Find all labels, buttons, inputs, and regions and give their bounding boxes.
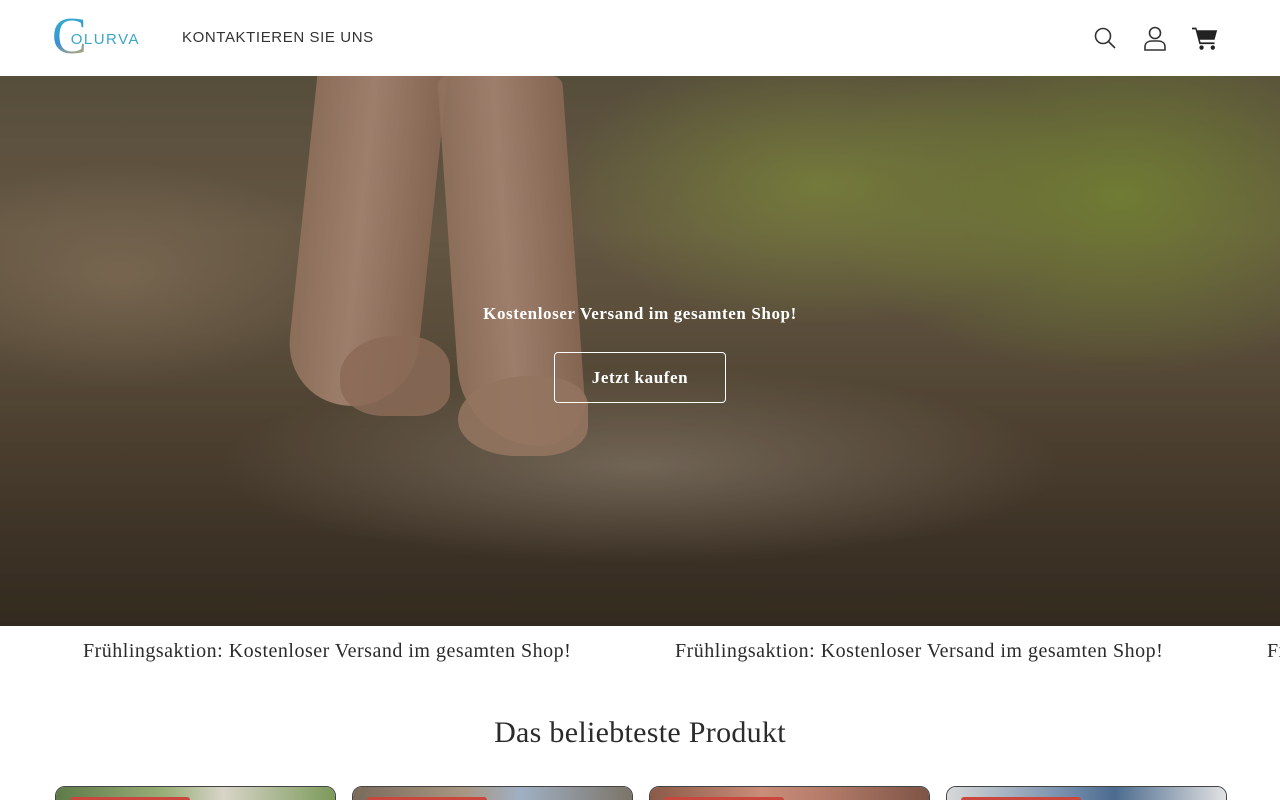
header-icons [1092,22,1218,54]
shop-now-button[interactable]: Jetzt kaufen [554,352,726,403]
hero-text: Kostenloser Versand im gesamten Shop! [483,304,797,323]
product-card[interactable] [946,786,1227,800]
hero-banner: Kostenloser Versand im gesamten Shop! Je… [0,76,1280,626]
logo-text: OLURVA [70,30,140,48]
announcement-item: Frühlingsaktion: Kostenloser Versand im … [83,640,572,662]
hero-content: Kostenloser Versand im gesamten Shop! Je… [0,76,1280,626]
nav-link-contact[interactable]: KONTAKTIEREN SIE UNS [182,29,374,46]
announcement-bar: Frühlingsaktion: Kostenloser Versand im … [0,626,1280,678]
product-card[interactable] [649,786,930,800]
site-header: C OLURVA KONTAKTIEREN SIE UNS [0,0,1280,76]
announcement-item: Frühlingsaktion: Kostenloser Versand im … [675,640,1164,662]
cart-icon[interactable] [1192,22,1218,54]
account-icon[interactable] [1142,22,1168,54]
announcement-item: Frühlingsaktion: Kostenloser Versand im … [1267,640,1280,662]
logo[interactable]: C OLURVA [52,11,144,63]
section-title: Das beliebteste Produkt [494,716,786,749]
product-card[interactable] [55,786,336,800]
product-card[interactable] [352,786,633,800]
product-grid [55,786,1227,800]
search-icon[interactable] [1092,22,1118,54]
